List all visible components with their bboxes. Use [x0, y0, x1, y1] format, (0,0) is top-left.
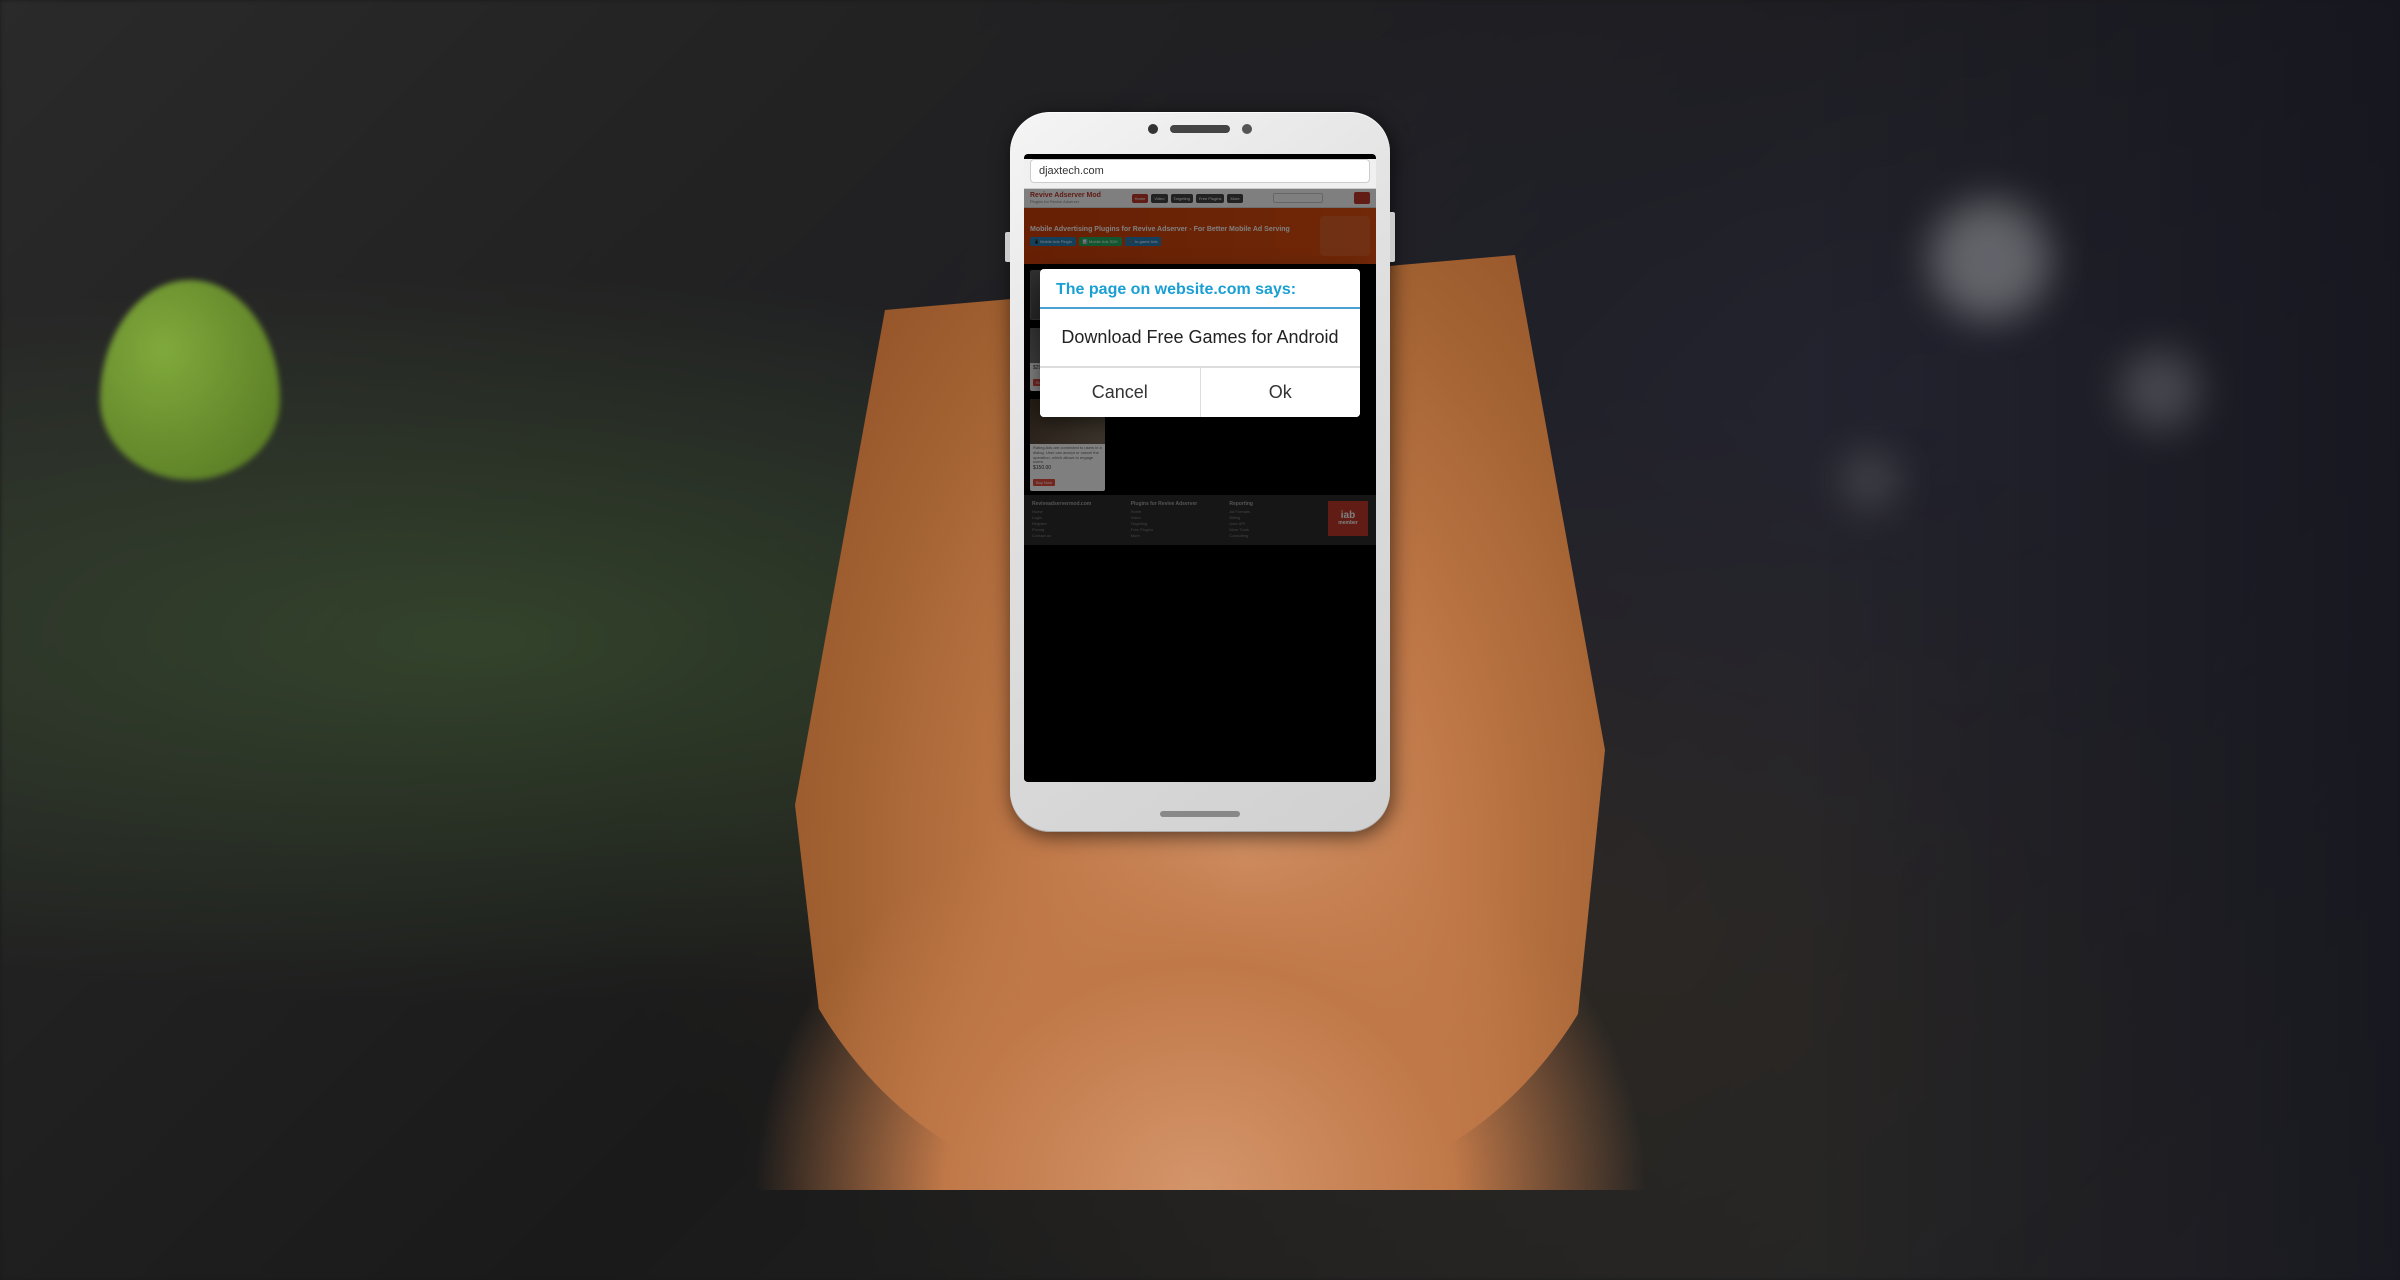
phone-body: djaxtech.com Revive Adserver Mod Plugins…: [1010, 112, 1390, 832]
bokeh-light-1: [1930, 200, 2050, 320]
browser-chrome: djaxtech.com: [1024, 159, 1376, 189]
website-content: Revive Adserver Mod Plugins for Revive A…: [1024, 189, 1376, 781]
dialog-title: The page on website.com says:: [1056, 281, 1344, 299]
dialog-buttons: Cancel Ok: [1040, 367, 1360, 417]
scene-container: djaxtech.com Revive Adserver Mod Plugins…: [750, 90, 1650, 1190]
background-right: [1800, 0, 2400, 1280]
address-bar[interactable]: djaxtech.com: [1030, 159, 1370, 183]
bokeh-light-3: [1840, 450, 1900, 510]
bokeh-light-2: [2120, 350, 2200, 430]
phone-speaker: [1170, 125, 1230, 133]
phone-power-button: [1390, 212, 1395, 262]
url-text: djaxtech.com: [1039, 165, 1104, 177]
phone-top-bar: [1148, 124, 1252, 134]
dialog-box: The page on website.com says: Download F…: [1040, 269, 1360, 417]
dialog-header: The page on website.com says:: [1040, 269, 1360, 309]
front-camera: [1148, 124, 1158, 134]
phone-device: djaxtech.com Revive Adserver Mod Plugins…: [1010, 112, 1390, 832]
dialog-body: Download Free Games for Android: [1040, 309, 1360, 367]
phone-home-indicator[interactable]: [1160, 811, 1240, 817]
hand-fingers: [750, 790, 1650, 1190]
proximity-sensor: [1242, 124, 1252, 134]
dialog-ok-button[interactable]: Ok: [1201, 368, 1361, 417]
dialog-message: Download Free Games for Android: [1056, 325, 1344, 350]
phone-volume-button: [1005, 232, 1010, 262]
dialog-cancel-button[interactable]: Cancel: [1040, 368, 1201, 417]
phone-screen: djaxtech.com Revive Adserver Mod Plugins…: [1024, 154, 1376, 782]
dialog-overlay: The page on website.com says: Download F…: [1024, 189, 1376, 781]
